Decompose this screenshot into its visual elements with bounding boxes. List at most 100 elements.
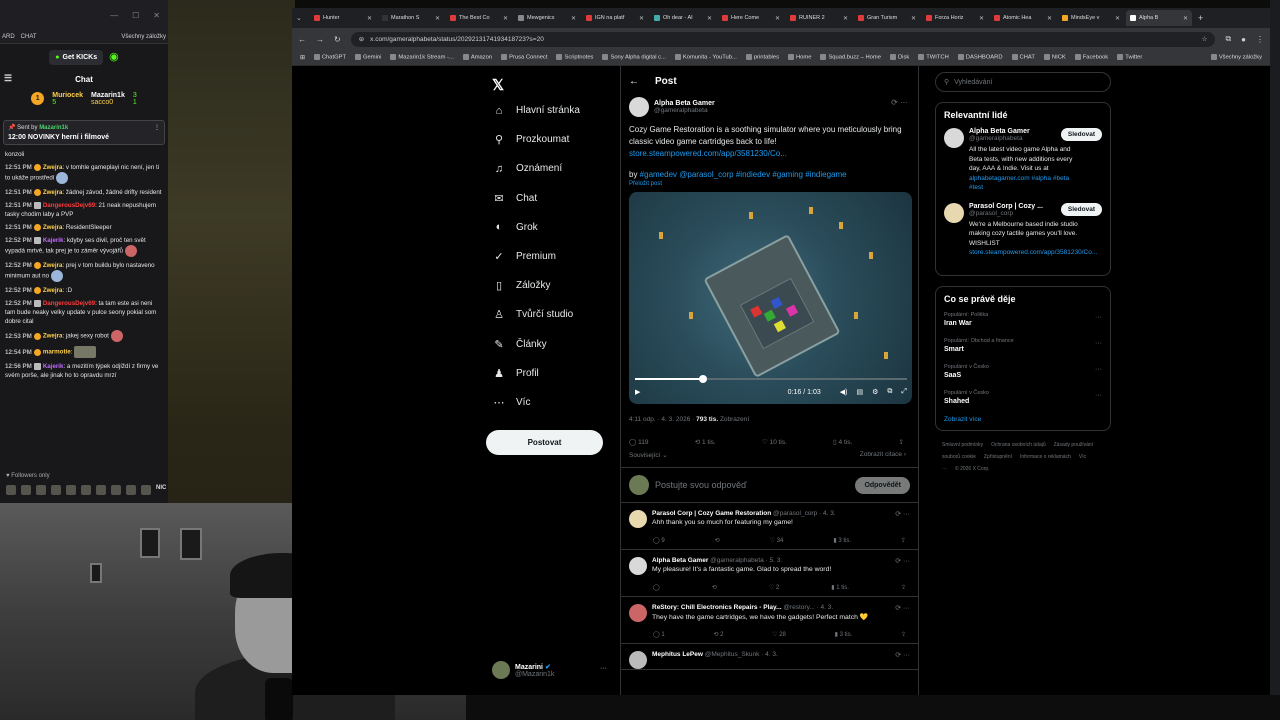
reply-action[interactable]: ◯ 9 [653,537,665,544]
emote-icon[interactable] [111,485,121,495]
avatar[interactable] [629,651,647,669]
emote-icon[interactable] [126,485,136,495]
leader-1[interactable]: Muriocek 5 [52,92,83,106]
more-icon[interactable]: ⟳ ··· [895,557,910,565]
browser-tab[interactable]: Gran Turism ✕ [854,10,920,26]
footer-link[interactable]: © 2026 X Corp. [955,466,990,472]
more-icon[interactable]: ⟳ ··· [895,651,910,659]
bookmark-item[interactable]: Komunita - YouTub... [674,54,737,61]
message-user[interactable]: Kajerik [43,237,64,244]
video-player[interactable]: ▶ 0:16 / 1:03 ◀) ▤ ⚙ ⧉ ⤢ [629,192,912,404]
browser-tab[interactable]: Hunter ✕ [310,10,376,26]
close-tab-icon[interactable]: ✕ [503,15,508,22]
message-user[interactable]: Zwejra [43,164,63,171]
bookmark-item[interactable]: Disk [889,54,909,61]
bookmark-item[interactable]: printables [745,54,779,61]
nav-item-profile[interactable]: ♟ Profil [487,359,622,388]
browser-tab[interactable]: Oh dear - AI ✕ [650,10,716,26]
close-tab-icon[interactable]: ✕ [707,15,712,22]
reply-author[interactable]: Mephitus LePew @Mephitus_Skunk · 4. 3. [652,651,778,658]
bookmark-all[interactable]: Všechny záložky [121,34,166,40]
close-tab-icon[interactable]: ✕ [639,15,644,22]
forward-icon[interactable]: → [316,35,324,44]
close-tab-icon[interactable]: ✕ [843,15,848,22]
minimize-icon[interactable]: — [110,11,118,20]
account-switcher[interactable]: Mazarini ✔ @Mazarin1k ··· [492,661,607,679]
bio-link[interactable]: alphabetagamer.com #alpha #beta #test [969,175,1069,192]
browser-tab[interactable]: Atomic Hea ✕ [990,10,1056,26]
bookmark-item[interactable]: DASHBOARD [957,54,1003,61]
trend-item[interactable]: Populární v Česko SaaS ··· [944,364,1102,379]
share-icon[interactable]: ⇪ [899,438,904,446]
more-icon[interactable]: ··· [1095,340,1102,347]
bio-link[interactable]: store.steampowered.com/app/3581230/Co... [969,249,1097,256]
message-user[interactable]: DangerousDejv69 [43,202,95,209]
browser-tab[interactable]: The Best Co ✕ [446,10,512,26]
back-arrow-icon[interactable]: ← [629,76,639,87]
browser-tab[interactable]: Here Come ✕ [718,10,784,26]
footer-link[interactable]: Ochrana osobních údajů [991,442,1045,448]
bookmark-item[interactable]: Sony Alpha digital c... [602,54,666,61]
bookmark-item[interactable]: CHAT [1011,54,1035,61]
close-tab-icon[interactable]: ✕ [367,15,372,22]
video-scrubber[interactable] [699,375,707,383]
reload-icon[interactable]: ↻ [334,35,341,44]
browser-tab[interactable]: Alpha B ✕ [1126,10,1192,26]
browser-tab[interactable]: IGN na platf ✕ [582,10,648,26]
close-tab-icon[interactable]: ✕ [979,15,984,22]
reply-author[interactable]: ReStory: Chill Electronics Repairs - Pla… [652,604,868,611]
nav-item-premium[interactable]: ✓ Premium [487,242,622,271]
trend-item[interactable]: Populární: Politika Iran War ··· [944,312,1102,327]
close-tab-icon[interactable]: ✕ [911,15,916,22]
footer-link[interactable]: Informace o reklamách [1020,454,1071,460]
leader-2[interactable]: Mazarin1k sacco0 [91,92,125,106]
more-icon[interactable]: ⟳ ··· [895,510,910,518]
nav-item-bookmark[interactable]: ▯ Záložky [487,271,622,300]
bookmark-item[interactable]: Prusa Connect [501,54,547,61]
emote-icon[interactable] [141,485,151,495]
bookmark-item[interactable]: Squad.buzz – Home [820,54,881,61]
emote-nic[interactable]: NIC [156,485,166,495]
bookmark-action[interactable]: ▯ 4 tis. [833,438,852,446]
captions-icon[interactable]: ▤ [856,388,863,396]
nav-item-articles[interactable]: ✎ Články [487,330,622,359]
bookmark-item[interactable]: Mazarin1k Stream -... [390,54,454,61]
more-icon[interactable]: ··· [1095,392,1102,399]
share-action[interactable]: ⇪ [901,584,906,591]
reply-author[interactable]: Parasol Corp | Cozy Game Restoration @pa… [652,510,836,517]
browser-menu-icon[interactable]: ⋮ [1256,35,1264,44]
message-user[interactable]: DangerousDejv69 [43,300,95,307]
nav-item-mail[interactable]: ✉ Chat [487,184,622,213]
post-time[interactable]: 4:11 odp. · 4. 3. 2026 · [629,416,696,423]
heart-action[interactable]: ♡ 34 [770,537,784,544]
bookmark-item[interactable]: Všechny záložky [1210,54,1262,61]
views-action[interactable]: ▮ 3 tis. [833,537,851,544]
get-kicks-button[interactable]: ● Get KICKs [49,50,104,65]
nav-item-studio[interactable]: ♙ Tvůrčí studio [487,300,622,329]
play-icon[interactable]: ▶ [635,388,640,396]
url-field[interactable]: ⊜ x.com/gameralphabeta/status/20292131741… [350,31,1216,47]
nav-item-grok[interactable]: ◐ Grok [487,213,622,242]
share-action[interactable]: ⇪ [901,631,906,638]
repost-action[interactable]: ⟲ 1 tis. [695,438,716,446]
hashtags[interactable]: #gamedev @parasol_corp #indiedev #gaming… [640,170,847,179]
emote-icon[interactable] [96,485,106,495]
trend-item[interactable]: Populární: Obchod a finance Smart ··· [944,338,1102,353]
back-icon[interactable]: ← [298,35,306,44]
collapse-chat-icon[interactable]: ☰ [4,73,12,84]
bookmark-ard[interactable]: ARD [2,34,15,40]
extension-icon[interactable]: ⧉ [1225,34,1231,44]
bookmark-item[interactable]: Facebook [1074,54,1108,61]
trend-item[interactable]: Populární v Česko Shahed ··· [944,390,1102,405]
avatar[interactable] [629,510,647,528]
follow-button[interactable]: Sledovat [1060,128,1102,141]
close-tab-icon[interactable]: ✕ [1115,15,1120,22]
emote-icon[interactable] [21,485,31,495]
avatar[interactable] [629,97,649,117]
emote-icon[interactable] [51,485,61,495]
nav-item-bell[interactable]: ♫ Oznámení [487,154,622,183]
close-tab-icon[interactable]: ✕ [775,15,780,22]
post-link[interactable]: store.steampowered.com/app/3581230/Co... [629,149,787,158]
quotes-link[interactable]: Zobrazit citace › [860,451,906,459]
more-icon[interactable]: ··· [1095,366,1102,373]
